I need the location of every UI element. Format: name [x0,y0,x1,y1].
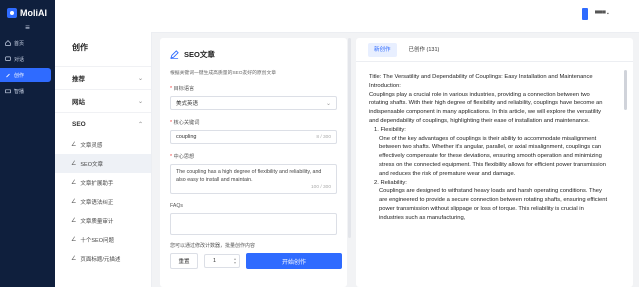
nav-title: 创作 [72,43,88,52]
user-name[interactable]: ▀▀▀ ▪ [595,11,609,17]
article-item-body: Couplings are designed to withstand heav… [379,188,608,221]
form-scrollbar[interactable] [348,38,351,238]
nav-group-label: 推荐 [72,76,85,83]
nav-item-quality-audit[interactable]: ∠ 文章质量审计 [55,211,151,230]
pen-icon: ∠ [71,180,77,186]
rail-item-broadcast[interactable]: 智播 [0,84,55,98]
logo-icon [7,8,17,18]
keyword-label: * 核心关键词 [170,120,200,126]
article-scrollbar[interactable] [624,70,627,110]
chevron-up-icon: ⌃ [137,121,143,128]
home-icon [5,40,11,46]
main-rail: MoliAI ≡ 首页 对话 创作 智播 [0,0,55,287]
nav-group-label: 网站 [72,99,85,106]
stepper-arrows-icon[interactable]: ▴ ▾ [234,257,236,265]
pen-icon: ∠ [71,218,77,224]
article-intro-body: Couplings play a crucial role in various… [369,91,603,124]
rail-item-home[interactable]: 首页 [0,36,55,50]
nav-group-seo[interactable]: SEO ⌃ [55,112,151,135]
result-panel: 新创作 已创作 (131) Title: The Versatility and… [356,38,633,287]
nav-item-article-expand[interactable]: ∠ 文章扩展助手 [55,173,151,192]
idea-label: * 中心思想 [170,154,195,160]
article-title: Title: The Versatility and Dependability… [369,74,593,80]
generated-article: Title: The Versatility and Dependability… [369,73,609,223]
pen-icon: ∠ [71,161,77,167]
nav-item-seo-article[interactable]: ∠ SEO文章 [55,154,151,173]
seo-article-form: SEO文章 根据关键词一键生成高质量的SEO友好的原创文章 * 目标语言 美式英… [160,38,347,287]
nav-item-title-meta[interactable]: ∠ 页面标题/元描述 [55,249,151,268]
tabs-divider [356,61,633,62]
nav-group-website[interactable]: 网站 ⌄ [55,89,151,112]
chat-icon [5,56,11,61]
nav-item-label: 文章扩展助手 [80,180,114,187]
nav-group-label: SEO [72,120,86,128]
pen-icon: ∠ [71,142,77,148]
chevron-down-icon: ⌄ [137,98,143,105]
tab-new-creation[interactable]: 新创作 [368,43,397,57]
brand-name: MoliAI [20,8,47,18]
article-item-heading: 1. Flexibility: [374,126,406,133]
nav-item-article-ideas[interactable]: ∠ 文章灵感 [55,135,151,154]
rail-item-label: 智播 [14,88,25,95]
nav-item-label: 文章质量审计 [80,218,114,225]
pen-icon: ∠ [71,199,77,205]
pen-icon: ∠ [71,237,77,243]
pen-icon [6,73,10,78]
keyword-value: coupling [176,134,197,140]
idea-textarea[interactable]: The coupling has a high degree of flexib… [170,164,337,194]
nav-item-ten-seo-questions[interactable]: ∠ 十个SEO问题 [55,230,151,249]
rail-item-chat[interactable]: 对话 [0,52,55,66]
nav-item-label: 文章灵感 [80,142,103,149]
pen-icon: ∠ [71,256,77,262]
idea-value: The coupling has a high degree of flexib… [176,169,322,183]
reset-button[interactable]: 重置 [170,253,198,269]
nav-item-label: 文章语法纠正 [80,199,114,206]
language-label: * 目标语言 [170,86,195,92]
top-bar: ▀▀▀ ▪ [151,0,639,33]
nav-item-label: 十个SEO问题 [80,237,115,244]
edit-icon [170,50,179,59]
rail-item-label: 对话 [14,56,25,63]
start-create-button[interactable]: 开始创作 [246,253,342,269]
form-actions: 重置 1 ▴ ▾ 开始创作 [160,249,347,269]
tab-created[interactable]: 已创作 (131) [403,43,446,57]
keyword-counter: 8 / 300 [316,134,331,140]
brand-logo[interactable]: MoliAI [0,0,55,18]
rail-item-label: 首页 [14,40,25,47]
menu-toggle-icon[interactable]: ≡ [0,23,55,32]
faq-label: FAQs [170,203,183,209]
avatar[interactable] [582,8,588,20]
batch-note: 您可以通过修改计数器，批量创作内容 [170,243,256,249]
keyword-input[interactable]: coupling 8 / 300 [170,130,337,144]
result-tabs: 新创作 已创作 (131) [356,38,633,57]
broadcast-icon [5,89,11,94]
count-value: 1 [213,258,217,264]
article-item-heading: 2. Reliability: [374,179,407,186]
rail-item-label: 创作 [14,72,25,79]
faq-textarea[interactable] [170,213,337,235]
idea-counter: 100 / 300 [310,184,331,190]
nav-group-recommend[interactable]: 推荐 ⌄ [55,66,151,89]
count-stepper[interactable]: 1 ▴ ▾ [204,254,240,268]
article-intro-heading: Introduction: [369,82,401,89]
rail-item-create[interactable]: 创作 [0,68,51,82]
chevron-down-icon: ⌄ [137,75,143,82]
nav-item-label: 页面标题/元描述 [80,256,121,263]
language-select[interactable]: 美式英语 ⌄ [170,96,337,110]
nav-item-grammar-fix[interactable]: ∠ 文章语法纠正 [55,192,151,211]
language-value: 美式英语 [176,101,199,107]
form-description: 根据关键词一键生成高质量的SEO友好的原创文章 [170,71,277,76]
nav-item-label: SEO文章 [80,161,104,168]
chevron-down-icon: ⌄ [325,100,331,107]
secondary-nav: 创作 推荐 ⌄ 网站 ⌄ SEO ⌃ ∠ 文章灵感 ∠ SEO文章 ∠ 文章扩展助手 … [55,0,152,287]
form-title: SEO文章 [184,50,215,59]
article-item-body: One of the key advantages of couplings i… [379,135,606,177]
form-header: SEO文章 [160,38,347,60]
